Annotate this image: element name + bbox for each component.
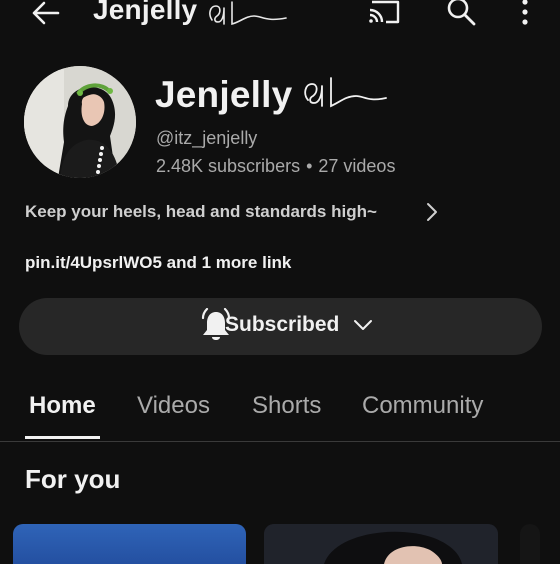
- subscriber-count: 2.48K subscribers: [156, 156, 301, 176]
- ribbon-decoration-icon: [209, 1, 287, 26]
- subscribed-label: Subscribed: [225, 313, 340, 336]
- subscribed-button[interactable]: Subscribed: [19, 298, 542, 355]
- channel-description-row[interactable]: Keep your heels, head and standards high…: [25, 200, 445, 224]
- cast-icon[interactable]: [366, 0, 404, 26]
- channel-stats: 2.48K subscribers • 27 videos: [156, 156, 395, 177]
- channel-links[interactable]: pin.it/4UpsrlWO5 and 1 more link: [25, 253, 291, 273]
- tab-home[interactable]: Home: [29, 392, 96, 420]
- ribbon-decoration-icon: [304, 77, 387, 108]
- channel-avatar[interactable]: [24, 66, 136, 178]
- channel-tabs: Home Videos Shorts Community: [0, 378, 560, 442]
- video-count: 27 videos: [318, 156, 396, 176]
- avatar-image: [24, 66, 136, 178]
- video-card-thumbnail[interactable]: [264, 524, 498, 564]
- channel-description: Keep your heels, head and standards high…: [25, 202, 377, 221]
- stats-separator: •: [306, 156, 313, 176]
- video-card-thumbnail[interactable]: [520, 524, 540, 564]
- active-tab-indicator: [25, 436, 100, 439]
- section-title: For you: [25, 464, 121, 494]
- thumbnail-image: [264, 524, 498, 564]
- top-bar: Jenjelly: [0, 0, 560, 30]
- channel-name: Jenjelly: [155, 74, 293, 115]
- chevron-down-icon: [354, 320, 372, 330]
- tab-videos[interactable]: Videos: [137, 392, 210, 420]
- chevron-right-icon: [427, 203, 437, 221]
- search-icon[interactable]: [444, 0, 478, 26]
- more-vert-icon[interactable]: [514, 0, 536, 26]
- back-arrow-icon[interactable]: [28, 0, 62, 28]
- header-title: Jenjelly: [93, 0, 198, 25]
- video-card-thumbnail[interactable]: [13, 524, 246, 564]
- tabs-divider: [0, 441, 560, 442]
- channel-handle: @itz_jenjelly: [156, 128, 258, 148]
- tab-shorts[interactable]: Shorts: [252, 392, 321, 420]
- tab-community[interactable]: Community: [362, 392, 483, 420]
